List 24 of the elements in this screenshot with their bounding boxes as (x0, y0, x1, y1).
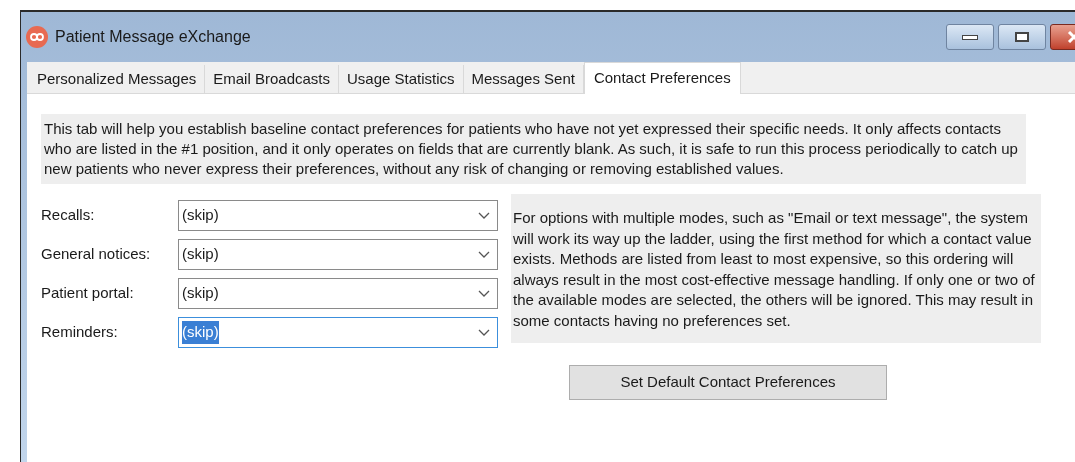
dropdown[interactable]: (skip) (178, 200, 498, 231)
field-label: Reminders: (41, 322, 119, 343)
note-text: For options with multiple modes, such as "Email or text message", the system will work its way up the ladder, using the first method for which a contact value exists. Methods are listed from least to most expensive, so this ordering will always result in the most cost-effective message handling. If only one or two of the available modes are selected, the others will be ignored. This may result in some contacts having no preferences set. (511, 194, 1041, 343)
field-label: Patient portal: (41, 283, 135, 304)
dropdown-value: (skip) (182, 321, 219, 344)
dropdown[interactable]: (skip) (178, 278, 498, 309)
dropdown-value: (skip) (182, 283, 219, 304)
maximize-button[interactable] (998, 24, 1046, 50)
app-logo-icon (26, 26, 48, 48)
intro-text: This tab will help you establish baseline contact preferences for patients who have not yet expressed their specific needs. It only affects contacts who are listed in the #1 position, and it only operates on fields that are currently blank. As such, it is safe to run this process periodically to catch up new patients who never express their preferences, without any risk of changing or removing established values. (41, 114, 1026, 184)
chevron-down-icon (478, 329, 490, 336)
chevron-down-icon (478, 290, 490, 297)
field-label: Recalls: (41, 205, 96, 226)
chevron-down-icon (478, 251, 490, 258)
set-defaults-button[interactable]: Set Default Contact Preferences (569, 365, 887, 400)
field-label: General notices: (41, 244, 152, 265)
chevron-down-icon (478, 212, 490, 219)
minimize-button[interactable] (946, 24, 994, 50)
dropdown-value: (skip) (182, 244, 219, 265)
dropdown[interactable]: (skip) (178, 317, 498, 348)
dropdown-value: (skip) (182, 205, 219, 226)
dropdown[interactable]: (skip) (178, 239, 498, 270)
tab[interactable]: Contact Preferences (583, 62, 741, 94)
window-title: Patient Message eXchange (55, 27, 251, 47)
